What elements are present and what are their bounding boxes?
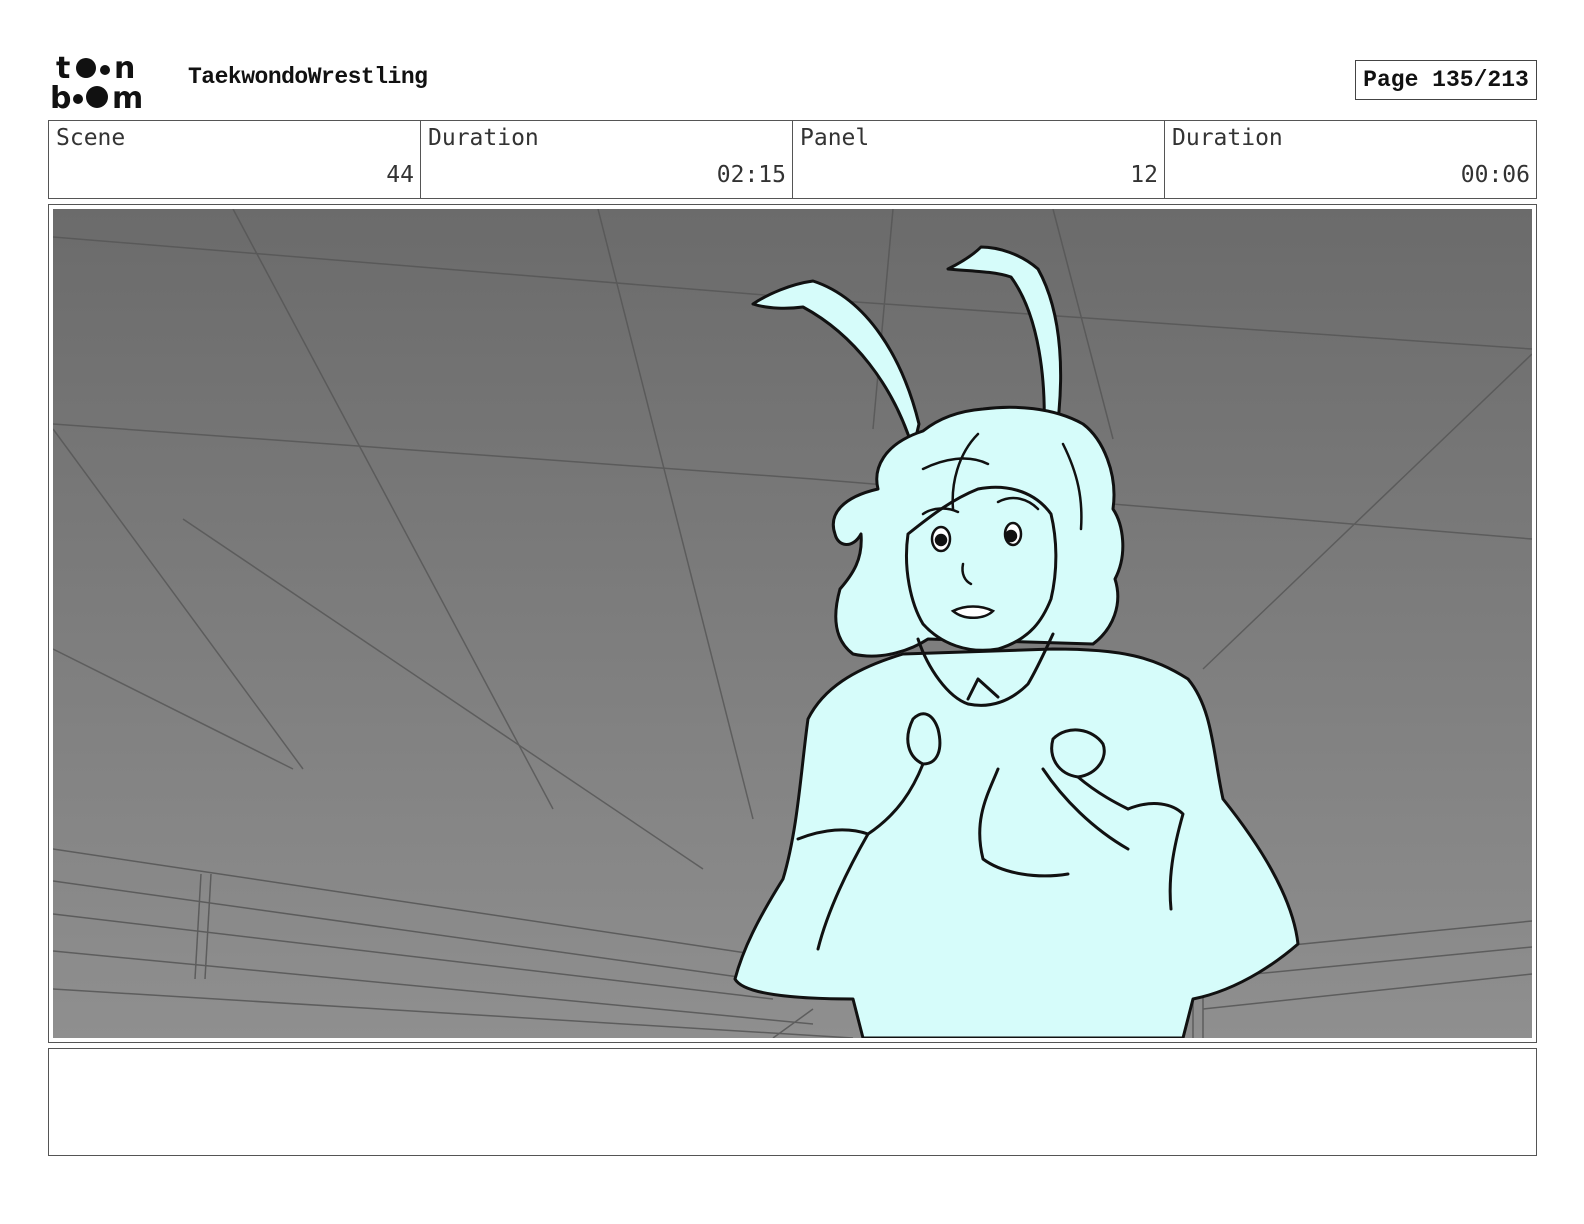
panel-duration-value: 00:06 (1460, 162, 1530, 188)
left-fist (906, 712, 942, 766)
panel-value: 12 (1130, 162, 1158, 188)
panel-duration-cell: Duration 00:06 (1165, 121, 1536, 198)
toon-boom-logo: t n b m (50, 50, 166, 116)
right-fist (1050, 728, 1106, 779)
panel-duration-label: Duration (1172, 125, 1283, 151)
panel-notes (48, 1048, 1537, 1156)
page-indicator: Page 135/213 (1355, 60, 1537, 100)
svg-text:m: m (112, 81, 143, 112)
panel-label: Panel (800, 125, 870, 151)
storyboard-frame (48, 204, 1537, 1043)
panel-info-row: Scene 44 Duration 02:15 Panel 12 Duratio… (48, 120, 1537, 199)
scene-value: 44 (386, 162, 414, 188)
scene-duration-value: 02:15 (716, 162, 786, 188)
panel-cell: Panel 12 (793, 121, 1165, 198)
scene-duration-label: Duration (428, 125, 539, 151)
project-title: TaekwondoWrestling (188, 64, 428, 90)
scene-duration-cell: Duration 02:15 (421, 121, 793, 198)
notes-text (49, 1049, 1536, 1065)
scene-label: Scene (56, 125, 126, 151)
svg-text:b: b (50, 81, 71, 112)
mouth (950, 605, 996, 619)
storyboard-drawing (53, 209, 1532, 1038)
scene-cell: Scene 44 (49, 121, 421, 198)
